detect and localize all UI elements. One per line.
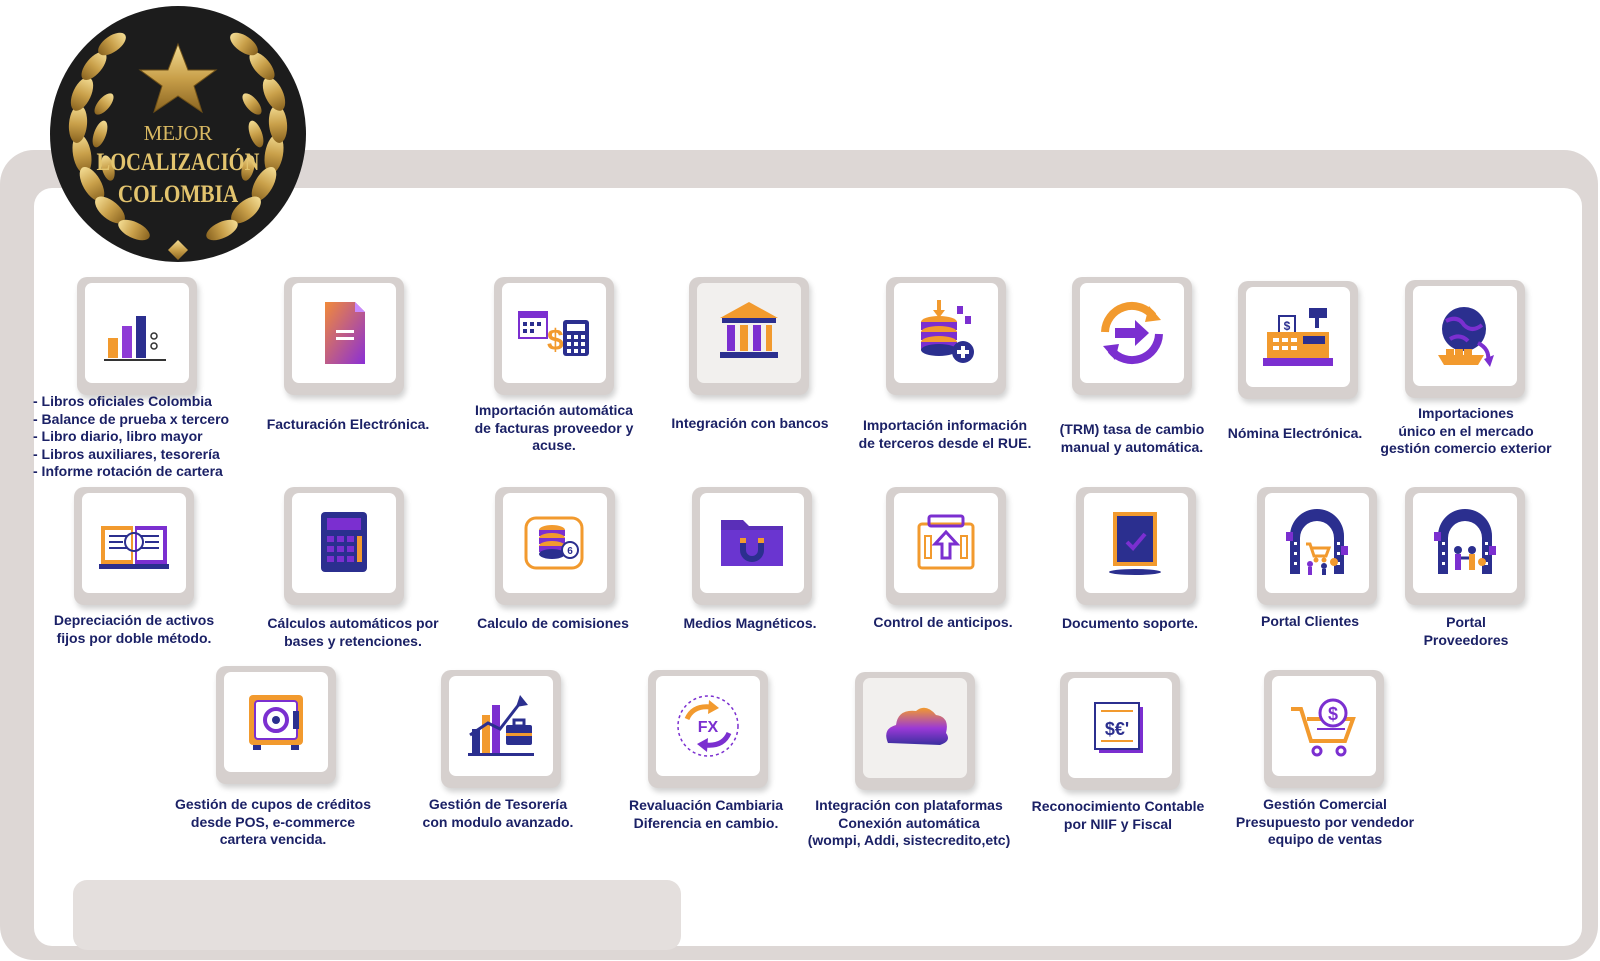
growth-briefcase-icon <box>468 695 534 756</box>
magnet-folder-icon <box>721 520 783 566</box>
feature-label-documento-soporte: Documento soporte. <box>1061 615 1199 631</box>
coins-icon: 6 <box>524 516 584 570</box>
badge-line-1: MEJOR <box>144 121 213 145</box>
cash-register-icon: $ <box>1263 308 1333 366</box>
feature-label-comercial: Gestión Comercial Presupuesto por vendedo… <box>1235 796 1415 847</box>
currency-book-icon: $€' <box>1094 702 1143 753</box>
feature-tile-comercial[interactable]: $ <box>1264 670 1384 788</box>
award-badge: MEJOR LOCALIZACIÓN COLOMBIA <box>48 4 308 264</box>
feature-label-portal-clientes: Portal Clientes <box>1260 613 1360 629</box>
feature-tile-rue[interactable] <box>886 277 1006 395</box>
supplier-portal-icon <box>1434 509 1496 574</box>
feature-label-bancos: Integración con bancos <box>671 415 829 431</box>
feature-tile-tesoreria[interactable] <box>441 670 561 788</box>
feature-tile-plataformas[interactable] <box>855 672 975 790</box>
document-icon <box>325 302 365 364</box>
feature-tile-anticipos[interactable] <box>886 487 1006 605</box>
database-add-icon <box>921 300 974 363</box>
feature-tile-medios[interactable] <box>692 487 812 605</box>
feature-label-revaluacion: Revaluación Cambiaria Diferencia en cambi… <box>628 797 784 831</box>
svg-text:6: 6 <box>567 546 573 557</box>
open-book-icon <box>99 526 169 569</box>
badge-line-3: COLOMBIA <box>118 180 239 208</box>
fx-exchange-icon: FX <box>677 695 739 757</box>
bank-icon <box>720 302 778 358</box>
feature-tile-depreciacion[interactable] <box>74 487 194 605</box>
feature-label-trm: (TRM) tasa de cambio manual y automática. <box>1059 421 1205 455</box>
feature-label-portal-proveedores: Portal Proveedores <box>1423 614 1509 648</box>
svg-text:$€': $€' <box>1105 719 1129 739</box>
feature-label-calculos: Cálculos automáticos por bases y retencio… <box>267 615 439 649</box>
calendar-calculator-icon: $ <box>518 311 589 357</box>
feature-tile-documento-soporte[interactable] <box>1076 487 1196 605</box>
feature-label-nomina: Nómina Electrónica. <box>1227 425 1363 441</box>
feature-label-libros: - Libros oficiales Colombia - Balance de … <box>33 393 230 479</box>
feature-tile-portal-clientes[interactable] <box>1257 487 1377 605</box>
feature-label-importaciones: Importaciones único en el mercado gestión … <box>1380 405 1552 456</box>
bar-chart-icon <box>104 316 166 361</box>
feature-label-comisiones: Calculo de comisiones <box>477 615 629 631</box>
calculator-icon <box>321 512 367 572</box>
checked-document-icon <box>1109 512 1161 575</box>
feature-label-cupos: Gestión de cupos de créditos desde POS, e… <box>174 796 372 847</box>
feature-tile-nomina[interactable]: $ <box>1238 281 1358 399</box>
feature-tile-trm[interactable] <box>1072 277 1192 395</box>
feature-tile-comisiones[interactable]: 6 <box>495 487 615 605</box>
upload-box-icon <box>917 514 975 570</box>
exchange-arrows-icon <box>1101 301 1163 365</box>
svg-text:FX: FX <box>698 719 719 736</box>
shopping-cart-dollar-icon: $ <box>1291 698 1356 757</box>
feature-tile-bancos[interactable] <box>689 277 809 395</box>
feature-tile-revaluacion[interactable]: FX <box>648 670 768 788</box>
badge-line-2: LOCALIZACIÓN <box>97 147 260 175</box>
svg-text:$: $ <box>1328 704 1338 724</box>
safe-icon <box>249 695 303 750</box>
feature-tile-importacion-facturas[interactable]: $ <box>494 277 614 395</box>
bottom-bar <box>73 880 681 950</box>
feature-label-anticipos: Control de anticipos. <box>873 614 1013 630</box>
feature-label-plataformas: Integración con plataformas Conexión auto… <box>807 797 1011 848</box>
feature-tile-facturacion[interactable] <box>284 277 404 395</box>
feature-label-rue: Importación información de terceros desde… <box>858 417 1032 451</box>
svg-text:$: $ <box>547 324 564 357</box>
feature-label-facturacion: Facturación Electrónica. <box>266 416 430 432</box>
globe-ship-icon <box>1438 307 1494 367</box>
svg-text:$: $ <box>1284 319 1291 333</box>
feature-label-importacion-facturas: Importación automática de facturas provee… <box>474 402 634 453</box>
feature-tile-portal-proveedores[interactable] <box>1405 487 1525 605</box>
feature-label-tesoreria: Gestión de Tesorería con modulo avanzado. <box>422 796 574 830</box>
cloud-icon <box>886 707 948 745</box>
feature-label-depreciacion: Depreciación de activos fijos por doble m… <box>53 612 215 646</box>
customer-portal-icon <box>1286 509 1348 575</box>
feature-label-niif: Reconocimiento Contable por NIIF y Fiscal <box>1031 798 1205 832</box>
feature-tile-calculos[interactable] <box>284 487 404 605</box>
feature-tile-importaciones[interactable] <box>1405 280 1525 398</box>
feature-tile-niif[interactable]: $€' <box>1060 672 1180 790</box>
feature-tile-libros[interactable] <box>77 277 197 395</box>
feature-label-medios: Medios Magnéticos. <box>683 615 817 631</box>
laurel-icon: MEJOR LOCALIZACIÓN COLOMBIA <box>50 6 306 262</box>
feature-tile-cupos[interactable] <box>216 666 336 784</box>
